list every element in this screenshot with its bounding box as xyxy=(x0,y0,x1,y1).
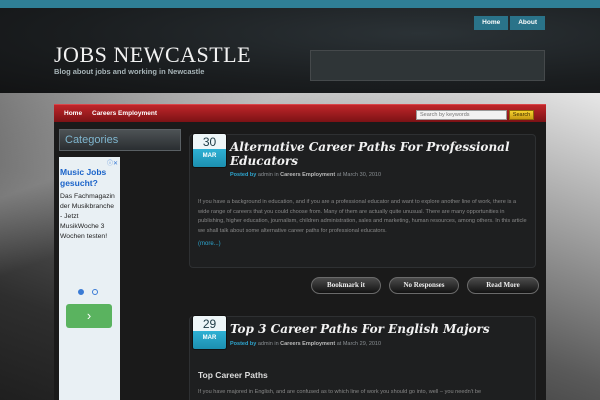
post-title[interactable]: Top 3 Career Paths For English Majors xyxy=(230,322,530,336)
categories-heading: Categories xyxy=(59,129,181,151)
sidebar: Categories ⓘ✕ Music Jobs gesucht? Das Fa… xyxy=(59,129,181,400)
post-excerpt: If you have majored in English, and are … xyxy=(198,389,482,395)
date-badge: 29 MAR xyxy=(192,315,227,350)
meta-posted-by: Posted by xyxy=(230,172,257,178)
ad-text: Das Fachmagazin der Musikbranche - Jetzt… xyxy=(60,193,115,240)
post-excerpt: If you have a background in education, a… xyxy=(198,199,527,234)
site-title[interactable]: JOBS NEWCASTLE xyxy=(54,42,251,68)
date-badge: 30 MAR xyxy=(192,133,227,168)
post-meta: Posted by admin in Careers Employment at… xyxy=(230,341,381,347)
more-link[interactable]: (more...) xyxy=(198,241,221,247)
responses-button[interactable]: No Responses xyxy=(389,277,459,294)
meta-date: at March 30, 2010 xyxy=(336,172,382,178)
nav-careers-employment[interactable]: Careers Employment xyxy=(92,110,157,117)
meta-in: in xyxy=(274,172,279,178)
ad-carousel-dot[interactable] xyxy=(92,289,98,295)
sidebar-ad[interactable]: ⓘ✕ Music Jobs gesucht? Das Fachmagazin d… xyxy=(59,157,120,400)
search-button[interactable]: Search xyxy=(509,110,534,120)
post-subheading: Top Career Paths xyxy=(198,370,268,380)
content-container: Home Careers Employment Search Categorie… xyxy=(54,104,546,400)
topnav-home[interactable]: Home xyxy=(474,16,509,30)
meta-author[interactable]: admin xyxy=(258,341,273,347)
meta-in: in xyxy=(274,341,279,347)
site-header: Home About JOBS NEWCASTLE Blog about job… xyxy=(0,8,600,93)
meta-category[interactable]: Careers Employment xyxy=(280,172,335,178)
header-banner-slot xyxy=(310,50,545,81)
info-icon[interactable]: ⓘ✕ xyxy=(107,158,118,167)
meta-posted-by: Posted by xyxy=(230,341,257,347)
date-month: MAR xyxy=(202,153,217,159)
date-month: MAR xyxy=(202,335,217,341)
post-meta: Posted by admin in Careers Employment at… xyxy=(230,172,381,178)
topnav-about[interactable]: About xyxy=(510,16,545,30)
meta-author[interactable]: admin xyxy=(258,172,273,178)
post-card: 29 MAR Top 3 Career Paths For English Ma… xyxy=(189,315,536,400)
date-day: 30 xyxy=(202,135,217,149)
post-title[interactable]: Alternative Career Paths For Professiona… xyxy=(230,140,530,168)
bookmark-button[interactable]: Bookmark it xyxy=(311,277,381,294)
site-description: Blog about jobs and working in Newcastle xyxy=(54,67,205,76)
nav-home[interactable]: Home xyxy=(64,110,82,117)
read-more-button[interactable]: Read More xyxy=(467,277,539,294)
ad-carousel-dot-active[interactable] xyxy=(78,289,84,295)
meta-date: at March 29, 2010 xyxy=(336,341,382,347)
meta-category[interactable]: Careers Employment xyxy=(280,341,335,347)
main-navbar: Home Careers Employment Search xyxy=(54,104,546,122)
date-day: 29 xyxy=(202,317,217,331)
top-accent-bar xyxy=(0,0,600,8)
chevron-right-icon[interactable]: › xyxy=(66,304,112,328)
search-input[interactable] xyxy=(416,110,507,120)
top-navigation: Home About xyxy=(472,16,545,30)
ad-title[interactable]: Music Jobs gesucht? xyxy=(60,167,118,189)
post-card: 30 MAR Alternative Career Paths For Prof… xyxy=(189,133,536,268)
